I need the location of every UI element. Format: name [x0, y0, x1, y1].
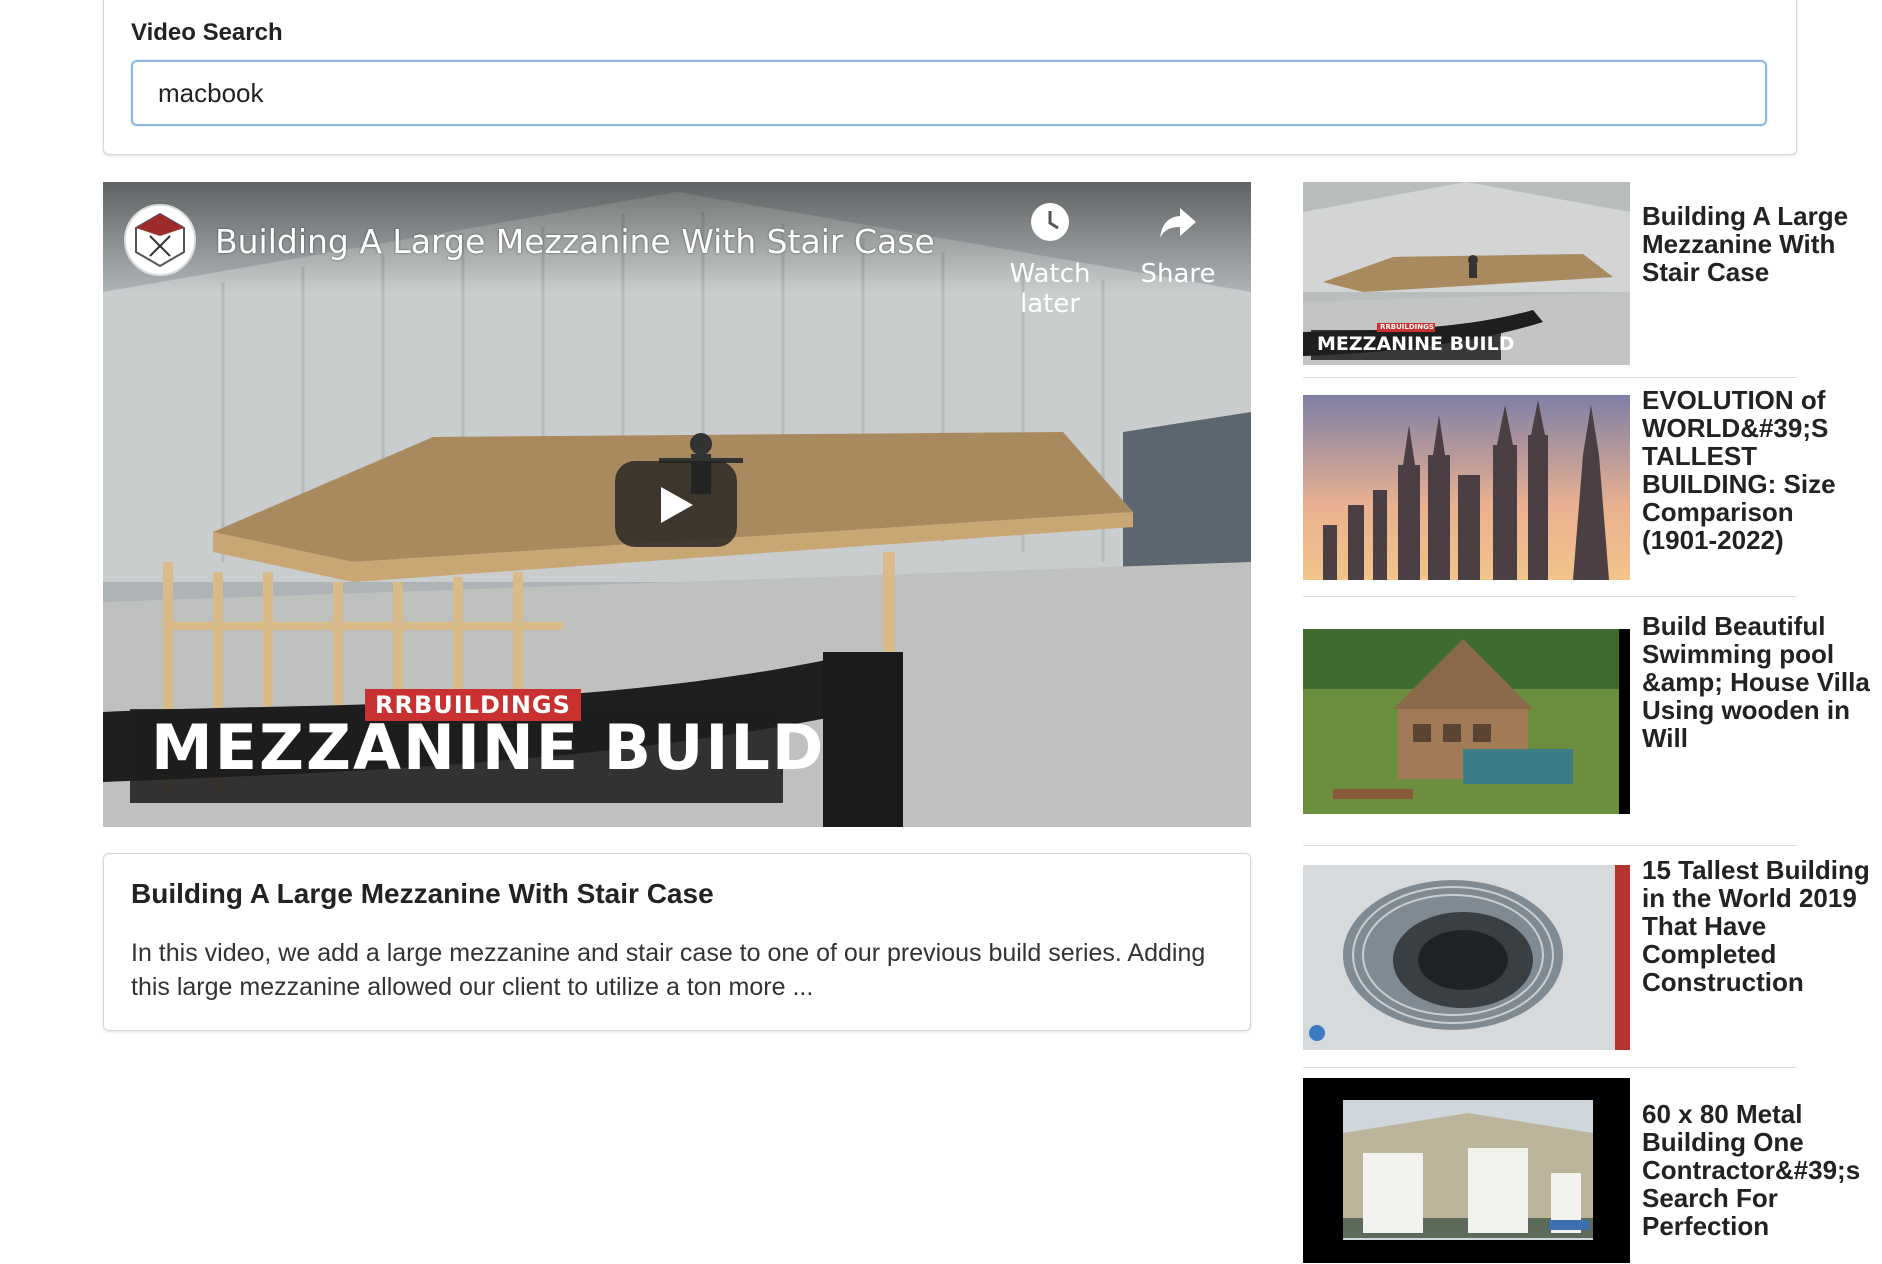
video-thumbnail[interactable]: RRBUILDINGS MEZZANINE BUILD — [1303, 182, 1630, 365]
clock-icon — [980, 202, 1120, 249]
thumbnail-skyscrapers-image — [1303, 395, 1630, 580]
video-player[interactable]: Building A Large Mezzanine With Stair Ca… — [103, 182, 1251, 827]
search-label: Video Search — [131, 19, 283, 46]
video-thumbnail[interactable] — [1303, 865, 1630, 1050]
divider — [1303, 596, 1797, 597]
channel-avatar[interactable] — [124, 204, 196, 276]
share-arrow-icon — [1133, 202, 1223, 249]
thumbnail-tower-image — [1303, 865, 1630, 1050]
video-list-title[interactable]: Building A Large Mezzanine With Stair Ca… — [1642, 202, 1872, 286]
play-icon — [661, 487, 693, 523]
share-label: Share — [1140, 259, 1216, 289]
description-title: Building A Large Mezzanine With Stair Ca… — [131, 878, 714, 909]
video-list-title[interactable]: Build Beautiful Swimming pool &amp; Hous… — [1642, 612, 1872, 752]
video-list-title[interactable]: EVOLUTION of WORLD&#39;S TALLEST BUILDIN… — [1642, 386, 1872, 554]
thumbnail-villa-image — [1303, 629, 1619, 814]
thumbnail-metal-building-image — [1303, 1078, 1630, 1263]
thumbnail-caption: MEZZANINE BUILD — [1317, 333, 1515, 355]
video-thumbnail[interactable] — [1303, 1078, 1630, 1263]
video-list-title[interactable]: 15 Tallest Building in the World 2019 Th… — [1642, 856, 1872, 996]
divider — [1303, 1067, 1797, 1068]
player-title[interactable]: Building A Large Mezzanine With Stair Ca… — [215, 222, 935, 261]
description-card: Building A Large Mezzanine With Stair Ca… — [103, 853, 1251, 1031]
share-button[interactable]: Share — [1133, 202, 1223, 289]
search-card: Video Search — [103, 0, 1797, 155]
divider — [1303, 377, 1797, 378]
watch-later-button[interactable]: Watch later — [980, 202, 1120, 319]
overlay-title-text: MEZZANINE BUILD — [151, 711, 826, 784]
channel-logo-icon — [135, 212, 185, 268]
divider — [1303, 845, 1797, 846]
video-thumbnail[interactable] — [1303, 395, 1630, 580]
play-button[interactable] — [615, 461, 737, 547]
description-text: In this video, we add a large mezzanine … — [131, 939, 1206, 1001]
thumbnail-badge: RRBUILDINGS — [1380, 323, 1434, 331]
video-thumbnail[interactable] — [1303, 629, 1630, 814]
video-list-title[interactable]: 60 x 80 Metal Building One Contractor&#3… — [1642, 1100, 1882, 1240]
watch-later-label: Watch later — [1009, 259, 1091, 319]
search-input[interactable] — [131, 60, 1767, 126]
